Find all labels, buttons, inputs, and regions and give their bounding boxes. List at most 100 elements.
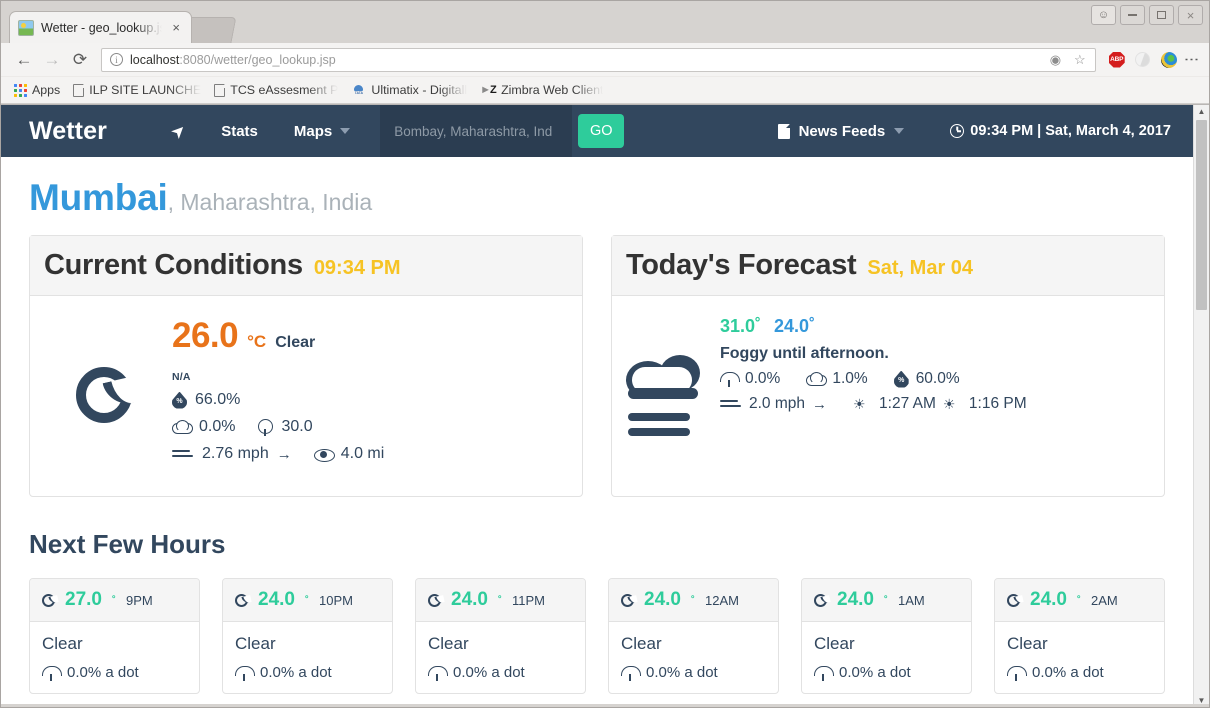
document-icon	[778, 124, 790, 139]
grey-extension-icon[interactable]	[1132, 49, 1154, 71]
hourly-card[interactable]: 24.0˚ 10PM Clear 0.0% a dot	[222, 578, 393, 694]
hourly-card[interactable]: 24.0˚ 12AM Clear 0.0% a dot	[608, 578, 779, 694]
search-input[interactable]: Bombay, Maharashtra, Ind	[380, 105, 572, 157]
bookmark-tcs[interactable]: TCS eAssesment P	[210, 81, 347, 99]
nav-label: Maps	[294, 123, 332, 140]
hourly-precip: 0.0% a dot	[235, 664, 380, 681]
hourly-precip-value: 0.0% a dot	[1032, 664, 1104, 681]
hourly-condition: Clear	[235, 634, 380, 654]
hourly-card[interactable]: 27.0˚ 9PM Clear 0.0% a dot	[29, 578, 200, 694]
hourly-hour: 2AM	[1091, 593, 1118, 608]
browser-toolbar: ← → ⟳ i localhost:8080/wetter/geo_lookup…	[1, 43, 1209, 77]
cloud-cover-value: 0.0%	[199, 418, 235, 436]
city-name: Mumbai	[29, 177, 168, 219]
geolocate-button[interactable]: ➤	[171, 121, 185, 141]
degree-symbol: ˚	[112, 594, 116, 608]
card-title: Current Conditions	[44, 249, 303, 282]
feels-like-value: N/A	[172, 371, 568, 383]
back-icon[interactable]: ←	[11, 47, 37, 73]
color-extension-icon[interactable]	[1158, 49, 1180, 71]
bookmark-zimbra[interactable]: ►Z Zimbra Web Client	[476, 81, 612, 99]
reload-icon[interactable]: ⟳	[67, 47, 93, 73]
tab-strip: Wetter - geo_lookup.jsp × ☺ ×	[1, 1, 1209, 43]
nav-item-stats[interactable]: Stats	[221, 123, 258, 140]
image-favicon	[18, 20, 34, 36]
card-body: 26.0°C Clear N/A % 66.0%	[30, 296, 582, 496]
cloud-cover-value: 1.0%	[832, 370, 867, 388]
minimize-button[interactable]	[1120, 5, 1145, 25]
visibility-value: 4.0 mi	[341, 445, 385, 463]
nav-item-maps[interactable]: Maps	[294, 123, 350, 140]
page-title: Mumbai , Maharashtra, India	[29, 157, 1165, 235]
hourly-card-header: 24.0˚ 2AM	[995, 579, 1164, 622]
hourly-card[interactable]: 24.0˚ 2AM Clear 0.0% a dot	[994, 578, 1165, 694]
browser-tab[interactable]: Wetter - geo_lookup.jsp ×	[9, 11, 192, 43]
moon-icon	[42, 594, 55, 607]
hourly-card[interactable]: 24.0 ˚ 11PM Clear 0.0% a dot	[415, 578, 586, 694]
wind-direction-icon: →	[812, 396, 827, 413]
tata-icon: TATA	[351, 84, 366, 97]
humidity-value: 60.0%	[916, 370, 960, 388]
adblock-extension-icon[interactable]: ABP	[1106, 49, 1128, 71]
hourly-hour: 1AM	[898, 593, 925, 608]
page-action-icon[interactable]: ◉	[1047, 52, 1064, 68]
document-icon	[214, 84, 225, 97]
hourly-temperature: 24.0	[451, 589, 488, 611]
wind-icon	[720, 397, 742, 411]
fog-icon	[626, 312, 712, 478]
chevron-down-icon	[894, 128, 904, 134]
forecast-metrics-row-1: 0.0% 1.0% % 60.0%	[720, 370, 1150, 388]
hourly-card-body: Clear 0.0% a dot	[223, 622, 392, 693]
bookmark-ilp[interactable]: ILP SITE LAUNCHE	[69, 81, 210, 99]
url-path: :8080/wetter/geo_lookup.jsp	[179, 53, 335, 67]
hourly-cards: 27.0˚ 9PM Clear 0.0% a dot	[29, 578, 1165, 694]
hourly-hour: 9PM	[126, 593, 153, 608]
city-region: , Maharashtra, India	[168, 189, 373, 216]
forecast-summary: Foggy until afternoon.	[720, 345, 1150, 363]
card-date: Sat, Mar 04	[867, 257, 973, 280]
page-content: Mumbai , Maharashtra, India Current Cond…	[1, 157, 1193, 694]
tab-title: Wetter - geo_lookup.jsp	[41, 21, 162, 35]
forecast-high: 31.0˚	[720, 316, 761, 337]
card-header: Today's Forecast Sat, Mar 04	[612, 236, 1164, 296]
profile-icon[interactable]: ☺	[1091, 5, 1116, 25]
degree-symbol: ˚	[498, 594, 502, 608]
hourly-card-header: 24.0 ˚ 11PM	[416, 579, 585, 622]
sunrise-value: 1:27 AM	[879, 395, 936, 413]
hourly-temperature: 24.0	[837, 589, 874, 611]
current-condition: Clear	[275, 334, 315, 352]
forward-icon[interactable]: →	[39, 47, 65, 73]
address-bar[interactable]: i localhost:8080/wetter/geo_lookup.jsp ◉…	[101, 48, 1096, 72]
hourly-precip: 0.0% a dot	[621, 664, 766, 681]
bookmark-apps[interactable]: Apps	[10, 81, 69, 99]
hourly-hour: 11PM	[512, 593, 545, 608]
hourly-precip: 0.0% a dot	[1007, 664, 1152, 681]
humidity-row: % 66.0%	[172, 391, 568, 409]
scroll-up-icon[interactable]: ▲	[1198, 105, 1206, 118]
chrome-menu-icon[interactable]: ⋮	[1182, 52, 1201, 67]
close-icon[interactable]: ×	[169, 19, 183, 36]
scrollbar-thumb[interactable]	[1196, 120, 1207, 310]
hourly-card-body: Clear 0.0% a dot	[416, 622, 585, 693]
site-info-icon[interactable]: i	[110, 53, 123, 66]
window-bottom-edge	[1, 704, 1209, 707]
go-button[interactable]: GO	[578, 114, 624, 148]
hourly-condition: Clear	[42, 634, 187, 654]
hourly-precip: 0.0% a dot	[428, 664, 573, 681]
current-temperature: 26.0	[172, 316, 238, 356]
hourly-temperature: 24.0	[1030, 589, 1067, 611]
bookmark-star-icon[interactable]: ☆	[1071, 52, 1089, 68]
maximize-button[interactable]	[1149, 5, 1174, 25]
hourly-card[interactable]: 24.0˚ 1AM Clear 0.0% a dot	[801, 578, 972, 694]
bookmark-ultimatix[interactable]: TATA Ultimatix - Digitall	[347, 81, 476, 99]
brand-logo[interactable]: Wetter	[29, 117, 107, 146]
bookmark-label: ILP SITE LAUNCHE	[89, 83, 201, 97]
scrollbar-track[interactable]	[1194, 118, 1209, 694]
browser-window: Wetter - geo_lookup.jsp × ☺ × ← → ⟳ i lo…	[0, 0, 1210, 708]
vertical-scrollbar[interactable]: ▲ ▼	[1193, 105, 1209, 707]
forecast-temperatures: 31.0˚ 24.0˚	[720, 316, 1150, 337]
close-window-button[interactable]: ×	[1178, 5, 1203, 25]
temperature-row: 26.0°C Clear	[172, 316, 568, 356]
nav-item-news-feeds[interactable]: News Feeds	[778, 123, 905, 140]
navbar-right: News Feeds 09:34 PM | Sat, March 4, 2017	[778, 123, 1193, 140]
